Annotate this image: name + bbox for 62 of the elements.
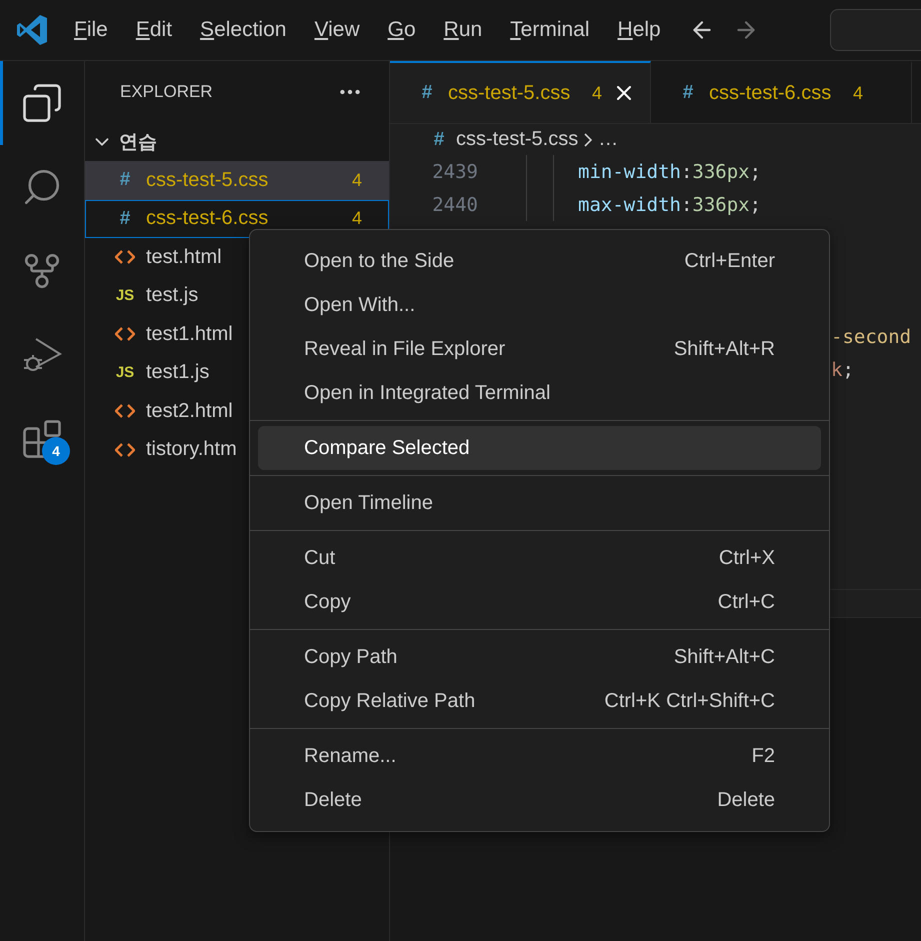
file-name: css-test-6.css — [146, 207, 268, 230]
js-file-icon: JS — [114, 364, 136, 382]
js-file-icon: JS — [114, 287, 136, 304]
editor-tab[interactable]: # css-test-5.css 4 — [390, 61, 651, 123]
logo-icon — [16, 13, 50, 47]
code-line: min-width:336px; — [578, 160, 762, 182]
files-icon[interactable] — [21, 82, 63, 124]
css-file-icon: # — [114, 208, 136, 230]
file-name: tistory.htm — [146, 438, 237, 462]
menu-item[interactable]: Edit — [136, 18, 172, 42]
code-brackets-icon — [115, 442, 135, 458]
problem-count: 4 — [592, 82, 602, 104]
menu-item[interactable]: Open in Integrated Terminal — [258, 371, 821, 415]
menu-item[interactable]: Run — [444, 18, 482, 42]
code-line: max-width:336px; — [578, 194, 762, 216]
count-badge: 4 — [42, 437, 70, 465]
css-file-icon: # — [677, 82, 699, 104]
file-name: test2.html — [146, 400, 233, 423]
menu-item[interactable]: Help — [618, 18, 661, 42]
code-line: k; — [831, 358, 854, 380]
problem-count: 4 — [852, 82, 863, 104]
file-name: test1.js — [146, 361, 210, 384]
chevron-icon — [584, 132, 592, 146]
breadcrumb-item[interactable]: css-test-5.css — [456, 128, 578, 151]
search-field[interactable] — [830, 9, 921, 51]
line-number: 2439 — [431, 160, 478, 182]
menu-item[interactable]: Copy Relative Path Ctrl+K Ctrl+Shift+C — [258, 679, 821, 723]
css-file-icon: # — [416, 82, 438, 104]
code-brackets-icon — [115, 249, 135, 266]
file-name: test1.html — [146, 322, 233, 346]
menu-item[interactable]: Rename... F2 — [258, 734, 821, 778]
menu-item[interactable]: Selection — [200, 18, 286, 42]
code-brackets-icon — [115, 403, 135, 420]
menu-item[interactable]: Terminal — [510, 18, 590, 42]
menu-item[interactable]: Delete Delete — [258, 778, 821, 822]
menu-item[interactable]: View — [314, 18, 360, 42]
menu-item[interactable]: Open Timeline — [258, 481, 821, 525]
code-line: -second — [831, 326, 912, 348]
file-name: css-test-5.css — [146, 168, 268, 192]
menu-item[interactable]: Open to the Side Ctrl+Enter — [258, 239, 821, 283]
tree-item[interactable]: # css-test-5.css 4 — [85, 161, 389, 200]
line-number: 2440 — [431, 194, 478, 216]
code-brackets-icon — [115, 326, 135, 342]
file-name: test.js — [146, 284, 198, 308]
menu-item[interactable]: Copy Ctrl+C — [258, 580, 821, 624]
css-file-icon: # — [428, 128, 450, 150]
breadcrumb-item[interactable]: … — [598, 128, 618, 151]
file-name: test.html — [146, 246, 222, 269]
css-file-icon: # — [114, 169, 136, 192]
menu-item[interactable]: Cut Ctrl+X — [258, 536, 821, 580]
menu-item[interactable]: Compare Selected — [258, 426, 821, 470]
menu-item[interactable]: Open With... — [258, 283, 821, 327]
menu-item[interactable]: Copy Path Shift+Alt+C — [258, 635, 821, 679]
menu-item[interactable]: Reveal in File Explorer Shift+Alt+R — [258, 327, 821, 371]
folder-row[interactable]: 연습 — [85, 123, 389, 161]
panel-title: EXPLORER — [120, 82, 213, 102]
tab-title: css-test-6.css — [709, 82, 832, 104]
problem-count: 4 — [352, 170, 362, 191]
problem-count: 4 — [352, 208, 362, 230]
menu-item[interactable]: Go — [388, 18, 416, 42]
menu-item[interactable]: File — [74, 18, 108, 42]
tab-title: css-test-5.css — [448, 82, 570, 104]
